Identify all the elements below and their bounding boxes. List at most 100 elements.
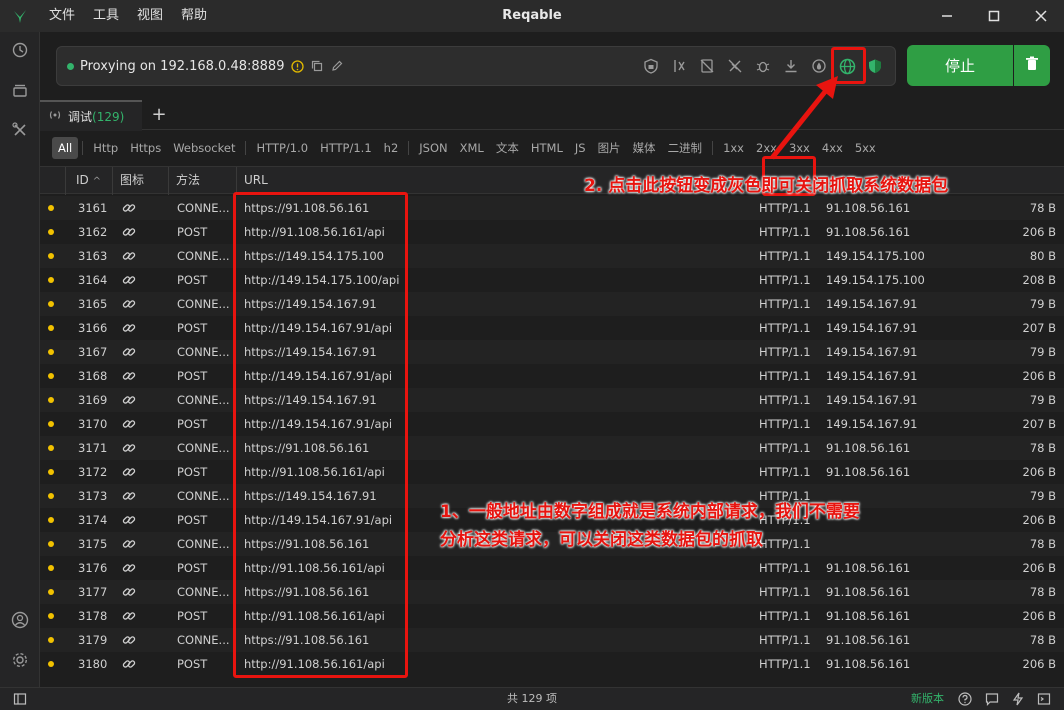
table-row[interactable]: 3167 CONNE... https://149.154.167.91 HTTP/1… xyxy=(40,340,1064,364)
terminal-icon[interactable] xyxy=(1037,692,1051,706)
row-protocol: HTTP/1.1 xyxy=(759,561,811,575)
filter-1xx[interactable]: 1xx xyxy=(717,137,750,159)
filter-http10[interactable]: HTTP/1.0 xyxy=(250,137,314,159)
tab-debug[interactable]: 调试(129) xyxy=(40,100,142,131)
edit-icon[interactable] xyxy=(330,59,344,73)
filter-http[interactable]: Http xyxy=(87,137,124,159)
table-row[interactable]: 3169 CONNE... https://149.154.167.91 HTTP/1… xyxy=(40,388,1064,412)
menu-tools[interactable]: 工具 xyxy=(84,0,128,32)
row-protocol: HTTP/1.1 xyxy=(759,633,811,647)
column-divider xyxy=(236,167,237,195)
script-off-icon[interactable] xyxy=(723,54,747,78)
link-icon xyxy=(122,441,136,455)
rewrite-off-icon[interactable] xyxy=(695,54,719,78)
link-icon xyxy=(122,249,136,263)
table-row[interactable]: 3170 POST http://149.154.167.91/api HTTP/1.… xyxy=(40,412,1064,436)
row-id: 3171 xyxy=(78,441,108,455)
trash-icon xyxy=(1025,56,1039,75)
flash-icon[interactable] xyxy=(1011,692,1025,706)
row-size: 208 B xyxy=(1022,273,1057,287)
table-row[interactable]: 3172 POST http://91.108.56.161/api HTTP/1.1… xyxy=(40,460,1064,484)
row-size: 78 B xyxy=(1029,537,1056,551)
filter-5xx[interactable]: 5xx xyxy=(849,137,882,159)
filter-text[interactable]: 文本 xyxy=(490,137,525,159)
settings-icon[interactable] xyxy=(10,650,30,670)
column-header-icon[interactable]: 图标 xyxy=(120,167,144,194)
feedback-icon[interactable] xyxy=(985,692,999,706)
filter-media[interactable]: 媒体 xyxy=(627,137,662,159)
table-row[interactable]: 3162 POST http://91.108.56.161/api HTTP/1.1… xyxy=(40,220,1064,244)
status-dot xyxy=(48,301,54,307)
divider xyxy=(82,141,84,155)
proxy-status-text: Proxying on 192.168.0.48:8889 xyxy=(80,58,285,74)
add-tab-button[interactable]: + xyxy=(150,106,168,124)
row-id: 3175 xyxy=(78,537,108,551)
user-icon[interactable] xyxy=(10,610,30,630)
row-id: 3177 xyxy=(78,585,108,599)
filter-https[interactable]: Https xyxy=(124,137,167,159)
filter-xml[interactable]: XML xyxy=(454,137,490,159)
history-icon[interactable] xyxy=(10,40,30,60)
table-row[interactable]: 3177 CONNE... https://91.108.56.161 HTTP/1.… xyxy=(40,580,1064,604)
table-row[interactable]: 3171 CONNE... https://91.108.56.161 HTTP/1.… xyxy=(40,436,1064,460)
status-dot xyxy=(48,205,54,211)
maximize-button[interactable] xyxy=(970,0,1017,32)
link-icon xyxy=(122,273,136,287)
column-header-method[interactable]: 方法 xyxy=(176,167,200,194)
menu-help[interactable]: 帮助 xyxy=(172,0,216,32)
close-button[interactable] xyxy=(1017,0,1064,32)
menu-view[interactable]: 视图 xyxy=(128,0,172,32)
row-server-ip: 149.154.167.91 xyxy=(826,297,918,311)
column-header-url[interactable]: URL xyxy=(244,167,268,194)
table-row[interactable]: 3176 POST http://91.108.56.161/api HTTP/1.1… xyxy=(40,556,1064,580)
breakpoint-icon[interactable] xyxy=(667,54,691,78)
filter-h2[interactable]: h2 xyxy=(378,137,405,159)
column-header-id[interactable]: ID ^ xyxy=(76,167,101,195)
link-icon xyxy=(122,657,136,671)
table-row[interactable]: 3179 CONNE... https://91.108.56.161 HTTP/1.… xyxy=(40,628,1064,652)
filter-html[interactable]: HTML xyxy=(525,137,569,159)
row-protocol: HTTP/1.1 xyxy=(759,609,811,623)
filter-all[interactable]: All xyxy=(52,137,79,159)
row-protocol: HTTP/1.1 xyxy=(759,297,811,311)
filter-binary[interactable]: 二进制 xyxy=(662,137,709,159)
annotation-note-1-line1: 1、一般地址由数字组成就是系统内部请求，我们不需要 xyxy=(440,502,860,522)
filter-http11[interactable]: HTTP/1.1 xyxy=(314,137,378,159)
help-icon[interactable] xyxy=(958,692,972,706)
row-method: POST xyxy=(177,225,208,239)
table-row[interactable]: 3178 POST http://91.108.56.161/api HTTP/1.1… xyxy=(40,604,1064,628)
table-row[interactable]: 3164 POST http://149.154.175.100/api HTTP/1… xyxy=(40,268,1064,292)
tools-icon[interactable] xyxy=(10,120,30,140)
status-dot xyxy=(48,469,54,475)
copy-icon[interactable] xyxy=(310,59,324,73)
status-dot xyxy=(48,541,54,547)
table-row[interactable]: 3166 POST http://149.154.167.91/api HTTP/1.… xyxy=(40,316,1064,340)
row-protocol: HTTP/1.1 xyxy=(759,273,811,287)
column-divider xyxy=(112,167,113,195)
divider xyxy=(245,141,247,155)
table-row[interactable]: 3168 POST http://149.154.167.91/api HTTP/1.… xyxy=(40,364,1064,388)
filter-websocket[interactable]: Websocket xyxy=(167,137,241,159)
clear-button[interactable] xyxy=(1014,45,1050,86)
table-row[interactable]: 3180 POST http://91.108.56.161/api HTTP/1.1… xyxy=(40,652,1064,676)
filter-image[interactable]: 图片 xyxy=(592,137,627,159)
new-version-link[interactable]: 新版本 xyxy=(911,688,944,710)
table-row[interactable]: 3163 CONNE... https://149.154.175.100 HTTP/… xyxy=(40,244,1064,268)
table-row[interactable]: 3165 CONNE... https://149.154.167.91 HTTP/1… xyxy=(40,292,1064,316)
table-row[interactable]: 3161 CONNE... https://91.108.56.161 HTTP/1.… xyxy=(40,196,1064,220)
row-size: 207 B xyxy=(1022,321,1057,335)
filter-json[interactable]: JSON xyxy=(413,137,453,159)
ssl-lock-icon[interactable] xyxy=(639,54,663,78)
minimize-button[interactable] xyxy=(923,0,970,32)
status-dot xyxy=(48,565,54,571)
link-icon xyxy=(122,417,136,431)
warning-icon[interactable] xyxy=(290,59,304,73)
shield-icon[interactable] xyxy=(863,54,887,78)
status-dot xyxy=(48,325,54,331)
filter-js[interactable]: JS xyxy=(569,137,592,159)
menu-file[interactable]: 文件 xyxy=(40,0,84,32)
layers-icon[interactable] xyxy=(10,80,30,100)
window-controls xyxy=(923,0,1064,32)
row-size: 78 B xyxy=(1029,585,1056,599)
stop-button[interactable]: 停止 xyxy=(907,45,1013,86)
